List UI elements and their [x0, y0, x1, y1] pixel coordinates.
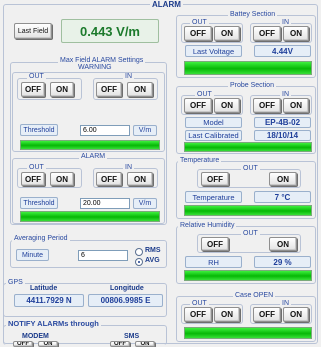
averaging-period-title: Averaging Period	[12, 235, 70, 243]
sms-off-button[interactable]: OFF	[110, 341, 130, 347]
modem-on-button[interactable]: ON	[38, 341, 58, 347]
warning-title: WARNING	[76, 64, 114, 72]
battery-in-off-button[interactable]: OFF	[253, 26, 281, 41]
warning-indicator-bar	[20, 140, 160, 150]
battery-voltage-value: 4.44V	[254, 45, 311, 57]
last-field-button[interactable]: Last Field	[14, 23, 52, 39]
averaging-unit-label: Minute	[16, 249, 49, 261]
case-out-on-button[interactable]: ON	[214, 307, 240, 322]
case-in-off-button[interactable]: OFF	[253, 307, 281, 322]
humidity-on-button[interactable]: ON	[269, 237, 297, 251]
alarm-indicator-bar	[20, 211, 160, 222]
gps-longitude-value: 00806.9985 E	[88, 294, 163, 307]
probe-calibrated-label: Last Calibrated	[185, 130, 242, 141]
notify-title: NOTIFY ALARMs through	[6, 319, 101, 328]
battery-out-on-button[interactable]: ON	[214, 26, 240, 41]
battery-indicator-bar	[184, 61, 312, 75]
case-out-off-button[interactable]: OFF	[184, 307, 212, 322]
alarm-unit-label: V/m	[133, 198, 157, 209]
warning-in-on-button[interactable]: ON	[127, 82, 153, 97]
temperature-off-button[interactable]: OFF	[201, 172, 229, 186]
case-open-title: Case OPEN	[233, 292, 276, 300]
last-field-value: 0.443 V/m	[61, 19, 159, 43]
probe-in-on-button[interactable]: ON	[283, 98, 309, 113]
alarm-in-label: IN	[123, 164, 134, 172]
gps-latitude-value: 4411.7929 N	[14, 294, 84, 307]
alarm-section-title: ALARM	[79, 153, 108, 161]
warning-out-label: OUT	[27, 73, 46, 81]
rms-label: RMS	[145, 247, 161, 254]
alarm-in-off-button[interactable]: OFF	[96, 172, 122, 186]
battery-in-on-button[interactable]: ON	[283, 26, 309, 41]
case-open-indicator-bar	[184, 327, 312, 339]
battery-out-off-button[interactable]: OFF	[184, 26, 212, 41]
probe-section-title: Probe Section	[228, 82, 276, 90]
temperature-title: Temperature	[178, 157, 222, 165]
warning-in-label: IN	[123, 73, 134, 81]
warning-unit-label: V/m	[133, 125, 157, 136]
alarm-in-on-button[interactable]: ON	[127, 172, 153, 186]
gps-title: GPS	[6, 279, 25, 287]
temperature-value: 7 °C	[254, 191, 311, 203]
avg-label: AVG	[145, 257, 160, 264]
warning-threshold-label: Threshold	[20, 124, 58, 136]
humidity-label: RH	[185, 256, 242, 268]
alarm-out-on-button[interactable]: ON	[50, 172, 74, 186]
temperature-indicator-bar	[184, 205, 312, 216]
gps-longitude-label: Longitude	[110, 285, 144, 292]
alarm-out-off-button[interactable]: OFF	[21, 172, 45, 186]
humidity-title: Relative Humidity	[178, 222, 237, 230]
gps-latitude-label: Latitude	[30, 285, 58, 292]
avg-radio[interactable]	[135, 258, 143, 266]
warning-threshold-input[interactable]	[80, 125, 130, 136]
probe-in-off-button[interactable]: OFF	[253, 98, 281, 113]
case-in-on-button[interactable]: ON	[283, 307, 309, 322]
warning-out-off-button[interactable]: OFF	[21, 82, 45, 97]
humidity-off-button[interactable]: OFF	[201, 237, 229, 251]
modem-label: MODEM	[22, 333, 49, 340]
probe-out-on-button[interactable]: ON	[214, 98, 240, 113]
sms-on-button[interactable]: ON	[135, 341, 155, 347]
warning-out-on-button[interactable]: ON	[50, 82, 74, 97]
sms-label: SMS	[124, 333, 140, 340]
temperature-out-label: OUT	[241, 165, 260, 173]
modem-off-button[interactable]: OFF	[13, 341, 33, 347]
humidity-out-label: OUT	[241, 230, 260, 238]
alarm-title: ALARM	[150, 0, 183, 9]
temperature-label: Temperature	[185, 191, 242, 203]
probe-out-off-button[interactable]: OFF	[184, 98, 212, 113]
battery-section-title: Battey Section	[228, 11, 278, 19]
alarm-threshold-label: Threshold	[20, 197, 58, 209]
humidity-value: 29 %	[254, 256, 311, 268]
alarm-out-label: OUT	[27, 164, 46, 172]
humidity-indicator-bar	[184, 270, 312, 281]
temperature-on-button[interactable]: ON	[269, 172, 297, 186]
rms-radio[interactable]	[135, 248, 143, 256]
warning-in-off-button[interactable]: OFF	[96, 82, 122, 97]
averaging-period-input[interactable]	[78, 250, 128, 261]
probe-calibrated-value: 18/10/14	[254, 130, 311, 141]
probe-model-label: Model	[185, 117, 242, 128]
probe-indicator-bar	[184, 142, 312, 152]
probe-model-value: EP-4B-02	[254, 117, 311, 128]
alarm-threshold-input[interactable]	[80, 198, 130, 209]
battery-voltage-label: Last Voltage	[185, 45, 242, 57]
